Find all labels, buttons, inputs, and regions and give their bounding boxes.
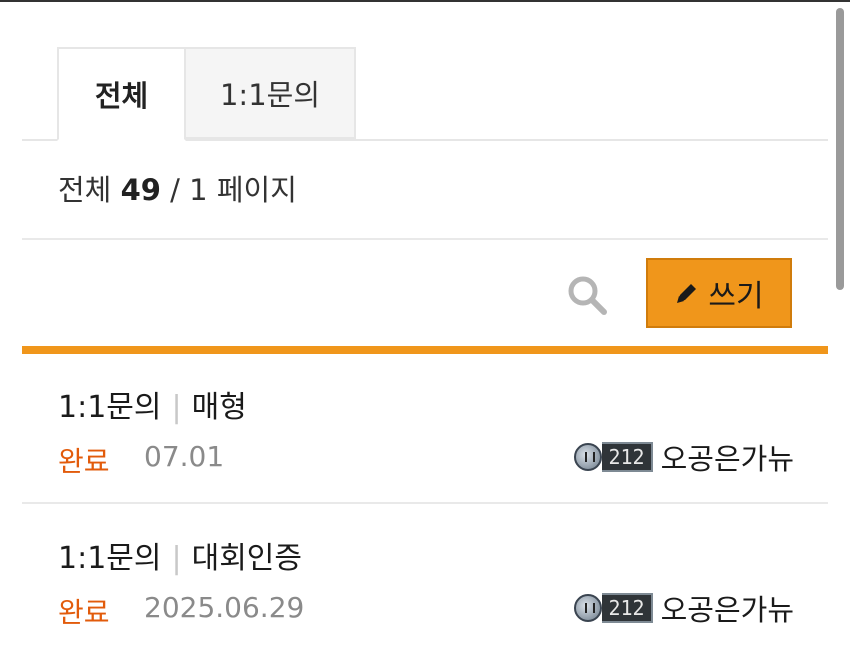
- scrollbar[interactable]: [836, 8, 844, 290]
- post-category: 1:1문의: [58, 390, 162, 425]
- post-date: 2025.06.29: [144, 591, 305, 624]
- post-date: 07.01: [144, 440, 225, 473]
- level-badge: 212: [574, 442, 653, 472]
- post-count-summary: 전체 49 / 1 페이지: [58, 167, 297, 209]
- write-button-label: 쓰기: [708, 279, 764, 314]
- title-separator: |: [171, 541, 182, 576]
- tab-all[interactable]: 전체: [57, 47, 186, 141]
- tab-qna-label: 1:1문의: [219, 78, 321, 112]
- level-icon: [574, 443, 603, 471]
- author-name: 오공은가뉴: [660, 442, 794, 476]
- post-subject: 대회인증: [191, 541, 302, 576]
- tab-qna[interactable]: 1:1문의: [186, 47, 356, 139]
- pencil-icon: [677, 284, 697, 303]
- page-count: / 1 페이지: [170, 173, 297, 207]
- status-badge: 완료: [58, 596, 110, 629]
- post-author[interactable]: 212 오공은가뉴: [574, 436, 794, 478]
- level-number: 212: [602, 442, 653, 472]
- post-category: 1:1문의: [58, 541, 162, 576]
- list-item[interactable]: 1:1문의 | 매형 완료 07.01 212 오공은가뉴: [22, 354, 828, 504]
- post-title[interactable]: 1:1문의 | 매형: [58, 382, 247, 426]
- list-header-bar: [22, 346, 828, 354]
- write-button[interactable]: 쓰기: [646, 258, 792, 328]
- author-name: 오공은가뉴: [660, 593, 794, 627]
- search-icon[interactable]: [566, 274, 608, 316]
- post-author[interactable]: 212 오공은가뉴: [574, 587, 794, 629]
- level-icon: [574, 594, 603, 622]
- tab-all-label: 전체: [94, 79, 149, 113]
- title-separator: |: [171, 390, 182, 425]
- post-title[interactable]: 1:1문의 | 대회인증: [58, 533, 302, 577]
- post-subject: 매형: [191, 390, 247, 425]
- list-item[interactable]: 1:1문의 | 대회인증 완료 2025.06.29 212 오공은가뉴: [22, 505, 828, 653]
- board-tabs: 전체 1:1문의: [22, 47, 828, 141]
- status-badge: 완료: [58, 445, 110, 478]
- summary-prefix: 전체: [58, 173, 112, 207]
- post-count: 49: [120, 173, 161, 207]
- divider: [22, 238, 828, 240]
